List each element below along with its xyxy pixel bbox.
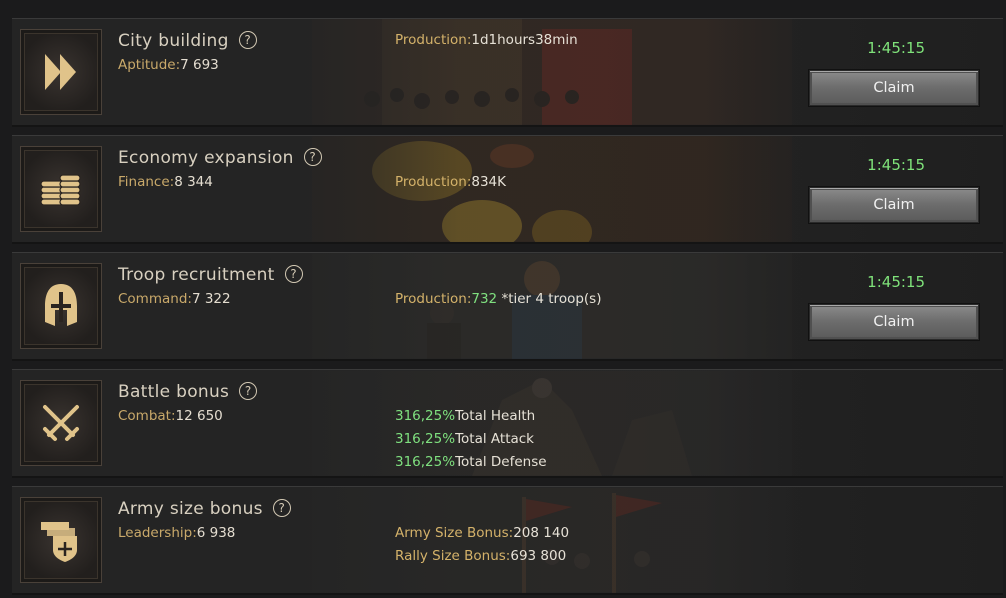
row-title: Troop recruitment?: [118, 265, 303, 285]
claim-button[interactable]: Claim: [809, 187, 979, 223]
banner-shield-icon: [41, 522, 77, 562]
bonus-defense: 316,25%Total Defense: [395, 454, 547, 470]
row-battle-bonus: Battle bonus? Combat:12 650 316,25%Total…: [12, 369, 1003, 478]
help-icon[interactable]: ?: [272, 499, 291, 517]
row-stat: Command:7 322: [118, 291, 231, 307]
timer: 1:45:15: [867, 39, 925, 57]
bonus-attack: 316,25%Total Attack: [395, 431, 534, 447]
army-icon-frame: [20, 497, 102, 583]
fast-forward-icon: [45, 54, 76, 90]
rally-size-bonus: Rally Size Bonus:693 800: [395, 548, 567, 564]
production-text: Production:732 *tier 4 troop(s): [395, 291, 602, 307]
row-title: City building?: [118, 31, 257, 51]
row-city-building: City building? Aptitude:7 693 Production…: [12, 18, 1003, 127]
help-icon[interactable]: ?: [239, 382, 258, 400]
row-stat: Combat:12 650: [118, 408, 223, 424]
row-troop-recruitment: Troop recruitment? Command:7 322 Product…: [12, 252, 1003, 361]
crossed-swords-icon: [43, 405, 79, 441]
help-icon[interactable]: ?: [284, 265, 303, 283]
row-army-size-bonus: Army size bonus? Leadership:6 938 Army S…: [12, 486, 1003, 595]
helmet-icon: [45, 284, 77, 326]
row-title: Army size bonus?: [118, 499, 291, 519]
row-stat: Leadership:6 938: [118, 525, 236, 541]
battle-icon-frame: [20, 380, 102, 466]
troop-icon-frame: [20, 263, 102, 349]
row-stat: Aptitude:7 693: [118, 57, 219, 73]
city-building-icon-frame: [20, 29, 102, 115]
help-icon[interactable]: ?: [238, 31, 257, 49]
claim-button[interactable]: Claim: [809, 70, 979, 106]
timer: 1:45:15: [867, 273, 925, 291]
coins-icon: [40, 174, 81, 206]
row-title: Economy expansion?: [118, 148, 322, 168]
army-size-bonus: Army Size Bonus:208 140: [395, 525, 570, 541]
row-title: Battle bonus?: [118, 382, 258, 402]
production-text: Production:1d1hours38min: [395, 32, 578, 48]
row-stat: Finance:8 344: [118, 174, 213, 190]
help-icon[interactable]: ?: [303, 148, 322, 166]
timer: 1:45:15: [867, 156, 925, 174]
economy-icon-frame: [20, 146, 102, 232]
row-economy-expansion: Economy expansion? Finance:8 344 Product…: [12, 135, 1003, 244]
claim-button[interactable]: Claim: [809, 304, 979, 340]
bonus-health: 316,25%Total Health: [395, 408, 536, 424]
production-text: Production:834K: [395, 174, 506, 190]
